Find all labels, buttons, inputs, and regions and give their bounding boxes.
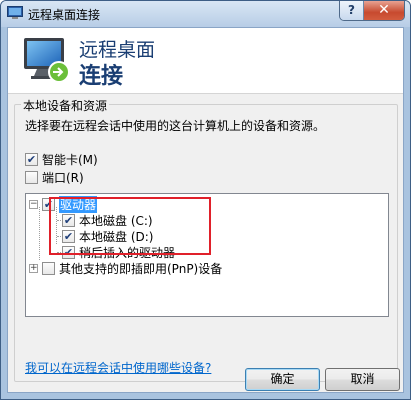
cancel-button[interactable]: 取消 xyxy=(325,368,400,391)
local-devices-group: 本地设备和资源 选择要在远程会话中使用的这台计算机上的设备和资源。 ✔ 智能卡(… xyxy=(14,97,398,382)
pnp-label: 其他支持的即插即用(PnP)设备 xyxy=(59,261,223,276)
annotation-highlight-box xyxy=(49,197,211,255)
device-tree[interactable]: − ✔ 驱动器 ✔ 本地磁盘 (C:) ✔ 本地磁盘 (D:) ✔ 稍后插入的驱… xyxy=(25,193,389,317)
remote-desktop-window: 远程桌面连接 ? ✕ 远程桌面 连接 本地设备和资源 选择要在远程会话中使用的这… xyxy=(0,0,411,400)
title-bar[interactable]: 远程桌面连接 ? ✕ xyxy=(1,1,410,27)
smart-card-label: 智能卡(M) xyxy=(42,152,98,167)
expand-toggle[interactable]: + xyxy=(29,263,38,273)
banner-title-line2: 连接 xyxy=(79,64,124,89)
collapse-toggle[interactable]: − xyxy=(29,199,38,209)
title-buttons: ? ✕ xyxy=(339,1,405,21)
window-title: 远程桌面连接 xyxy=(28,8,101,22)
ports-label: 端口(R) xyxy=(42,170,84,185)
group-legend: 本地设备和资源 xyxy=(21,97,110,114)
remote-desktop-app-icon xyxy=(7,6,23,19)
remote-desktop-monitor-icon xyxy=(24,38,70,83)
dialog-body: 远程桌面 连接 本地设备和资源 选择要在远程会话中使用的这台计算机上的设备和资源… xyxy=(7,27,404,393)
tree-line xyxy=(39,207,40,260)
header-banner: 远程桌面 连接 xyxy=(8,28,403,94)
ports-option[interactable]: 端口(R) xyxy=(25,169,84,185)
smart-card-checkbox[interactable]: ✔ xyxy=(25,152,38,166)
smart-card-option[interactable]: ✔ 智能卡(M) xyxy=(25,151,98,167)
pnp-checkbox[interactable] xyxy=(42,261,55,275)
ports-checkbox[interactable] xyxy=(25,170,38,184)
help-button[interactable]: ? xyxy=(340,1,364,20)
group-description: 选择要在远程会话中使用的这台计算机上的设备和资源。 xyxy=(25,119,326,133)
close-button[interactable]: ✕ xyxy=(364,1,404,20)
tree-item-pnp-devices[interactable]: + 其他支持的即插即用(PnP)设备 xyxy=(29,260,222,276)
ok-button[interactable]: 确定 xyxy=(245,368,320,391)
devices-help-link[interactable]: 我可以在远程会话中使用哪些设备? xyxy=(25,359,211,376)
